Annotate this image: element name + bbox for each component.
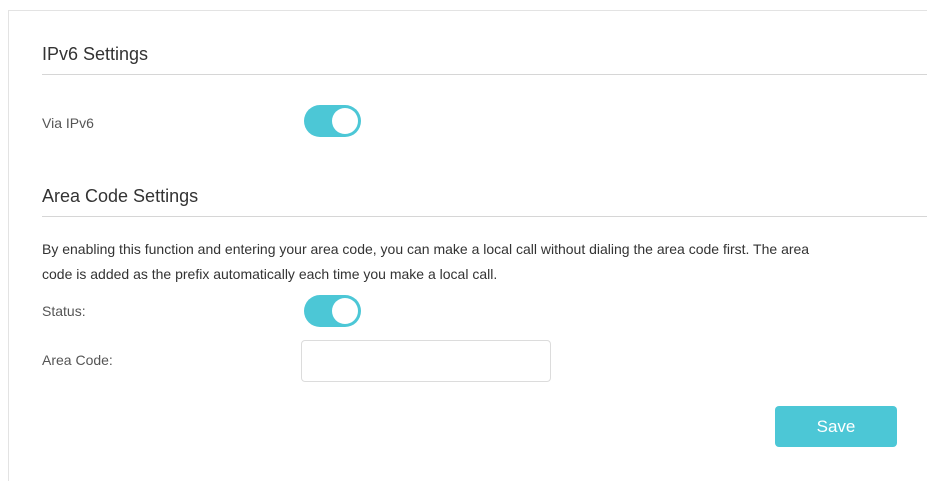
area-code-input[interactable] [301, 340, 551, 382]
area-code-description: By enabling this function and entering y… [42, 237, 927, 287]
area-code-section-divider [42, 216, 927, 217]
via-ipv6-label: Via IPv6 [42, 115, 94, 131]
ipv6-section-divider [42, 74, 927, 75]
area-code-settings-title: Area Code Settings [42, 186, 199, 206]
description-line-2: code is added as the prefix automaticall… [42, 266, 498, 282]
ipv6-settings-title: IPv6 Settings [42, 44, 149, 64]
save-button[interactable]: Save [775, 406, 897, 447]
status-label: Status: [42, 303, 86, 319]
toggle-knob [332, 298, 358, 324]
settings-panel: IPv6 Settings Via IPv6 Area Code Setting… [8, 10, 927, 481]
via-ipv6-toggle[interactable] [304, 105, 361, 137]
status-toggle[interactable] [304, 295, 361, 327]
area-code-label: Area Code: [42, 352, 113, 368]
description-line-1: By enabling this function and entering y… [42, 241, 810, 257]
toggle-knob [332, 108, 358, 134]
